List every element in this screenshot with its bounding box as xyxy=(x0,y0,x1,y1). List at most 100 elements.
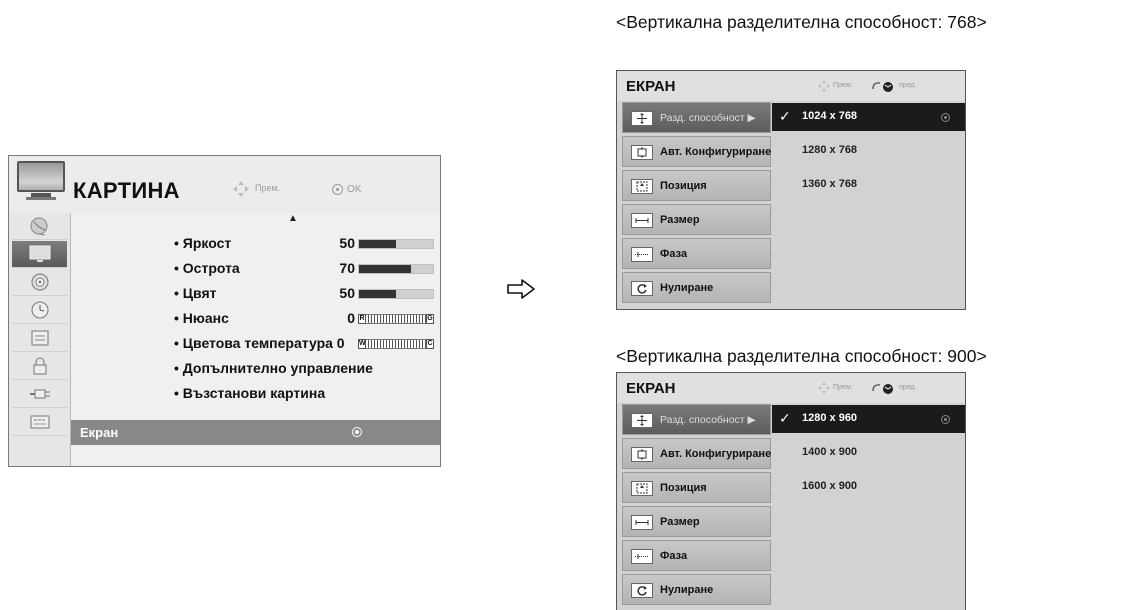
setting-label: • Цвят xyxy=(174,285,217,301)
resolution-option[interactable]: 1600 x 900 xyxy=(772,473,965,501)
menu-item-label: Авт. Конфигуриране xyxy=(660,146,772,158)
menu-item-resolution[interactable]: Разд. способност ▶ xyxy=(622,102,771,133)
menu-item-label: Размер xyxy=(660,214,700,226)
resolution-options: ✓ 1024 x 768 1280 x 768 1360 x 768 xyxy=(772,102,965,307)
menu-item-resolution[interactable]: Разд. способност ▶ xyxy=(622,404,771,435)
scroll-up-arrow-icon[interactable]: ▲ xyxy=(288,213,298,224)
setting-value: 70 xyxy=(339,260,355,276)
menu-item-reset[interactable]: Нулиране xyxy=(622,574,771,605)
level-bar[interactable] xyxy=(358,289,434,299)
screen-panel-900: ЕКРАН Прем. пред. Разд. способност ▶ Авт… xyxy=(616,372,966,610)
usb-media-icon[interactable] xyxy=(12,409,67,436)
phase-icon xyxy=(631,247,653,262)
move-arrows-icon xyxy=(818,382,830,394)
menu-item-size[interactable]: Размер xyxy=(622,204,771,235)
setting-label: • Острота xyxy=(174,260,240,276)
picture-menu-title: КАРТИНА xyxy=(73,178,180,203)
menu-item-phase[interactable]: Фаза xyxy=(622,540,771,571)
setting-row-color[interactable]: • Цвят 50 xyxy=(71,282,440,306)
menu-item-phase[interactable]: Фаза xyxy=(622,238,771,269)
menu-item-label: Разд. способност ▶ xyxy=(660,414,756,426)
resolution-option-label: 1360 x 768 xyxy=(802,178,858,190)
reset-icon xyxy=(631,281,653,296)
menu-item-label: Позиция xyxy=(660,180,707,192)
setting-label: • Нюанс xyxy=(174,310,229,326)
balance-gauge[interactable]: W C xyxy=(358,339,434,349)
phase-icon xyxy=(631,549,653,564)
level-fill xyxy=(359,290,396,298)
move-arrows-icon xyxy=(233,181,249,197)
level-fill xyxy=(359,240,396,248)
resolution-icon xyxy=(631,111,653,126)
padlock-icon[interactable] xyxy=(12,353,67,380)
ok-button-icon xyxy=(941,415,950,424)
menu-item-label: Разд. способност ▶ xyxy=(660,112,756,124)
lock-settings-icon[interactable] xyxy=(12,325,67,352)
level-bar[interactable] xyxy=(358,264,434,274)
ok-button-icon xyxy=(941,113,950,122)
hint-ok-label: OK xyxy=(347,184,362,195)
screen-panel-title: ЕКРАН xyxy=(626,380,676,397)
resolution-option[interactable]: 1280 x 768 xyxy=(772,137,965,165)
menu-item-label: Размер xyxy=(660,516,700,528)
menu-item-label: Нулиране xyxy=(660,282,714,294)
resolution-option-selected[interactable]: ✓ 1024 x 768 xyxy=(772,103,965,131)
balance-gauge[interactable]: R G xyxy=(358,314,434,324)
resolution-option-selected[interactable]: ✓ 1280 x 960 xyxy=(772,405,965,433)
setting-label: • Възстанови картина xyxy=(174,385,326,401)
screen-panel-title: ЕКРАН xyxy=(626,78,676,95)
setting-row-sharpness[interactable]: • Острота 70 xyxy=(71,257,440,281)
setting-row-tint[interactable]: • Нюанс 0 R G xyxy=(71,307,440,331)
hint-move-label: Прем. xyxy=(833,384,853,391)
gauge-right-label: C xyxy=(426,339,434,349)
setting-label: • Яркост xyxy=(174,235,232,251)
setting-row-picture-reset[interactable]: • Възстанови картина xyxy=(71,382,440,406)
setting-row-advanced-control[interactable]: • Допълнително управление xyxy=(71,357,440,381)
level-fill xyxy=(359,265,411,273)
setting-label: Екран xyxy=(80,425,119,440)
back-icon xyxy=(872,82,893,92)
resolution-option-label: 1400 x 900 xyxy=(802,446,858,458)
level-bar[interactable] xyxy=(358,239,434,249)
picture-menu: КАРТИНА Прем. OK ▲ • Яркост 50 • Острота… xyxy=(8,155,441,467)
setting-row-screen-selected[interactable]: Екран xyxy=(71,420,440,445)
menu-item-label: Авт. Конфигуриране xyxy=(660,448,772,460)
hint-back-label: пред. xyxy=(899,82,917,89)
screen-panel-header: ЕКРАН Прем. пред. xyxy=(617,71,965,101)
caption-vertical-resolution-768: <Вертикална разделителна способност: 768… xyxy=(616,12,987,32)
menu-item-reset[interactable]: Нулиране xyxy=(622,272,771,303)
resolution-option[interactable]: 1400 x 900 xyxy=(772,439,965,467)
setting-label: • Цветова температура 0 xyxy=(174,335,345,351)
gauge-left-label: R xyxy=(358,314,366,324)
setting-row-color-temperature[interactable]: • Цветова температура 0 W C xyxy=(71,332,440,356)
speaker-icon[interactable] xyxy=(12,269,67,296)
screen-panel-header: ЕКРАН Прем. пред. xyxy=(617,373,965,403)
menu-item-label: Фаза xyxy=(660,550,688,562)
menu-item-size[interactable]: Размер xyxy=(622,506,771,537)
hint-back-label: пред. xyxy=(899,384,917,391)
menu-item-position[interactable]: Позиция xyxy=(622,472,771,503)
size-icon xyxy=(631,213,653,228)
picture-menu-header: КАРТИНА Прем. OK xyxy=(9,156,440,213)
tv-icon[interactable] xyxy=(12,241,67,268)
resolution-option[interactable]: 1360 x 768 xyxy=(772,171,965,199)
resolution-options: ✓ 1280 x 960 1400 x 900 1600 x 900 xyxy=(772,404,965,609)
menu-item-auto-config[interactable]: Авт. Конфигуриране xyxy=(622,136,771,167)
move-arrows-icon xyxy=(818,80,830,92)
resolution-option-label: 1280 x 768 xyxy=(802,144,858,156)
position-icon xyxy=(631,179,653,194)
clock-icon[interactable] xyxy=(12,297,67,324)
setting-value: 0 xyxy=(347,310,355,326)
satellite-dish-icon[interactable] xyxy=(12,213,67,240)
right-arrow-icon xyxy=(507,279,535,299)
picture-menu-sidebar xyxy=(9,213,71,466)
input-plug-icon[interactable] xyxy=(12,381,67,408)
checkmark-icon: ✓ xyxy=(779,410,791,426)
menu-item-position[interactable]: Позиция xyxy=(622,170,771,201)
menu-item-auto-config[interactable]: Авт. Конфигуриране xyxy=(622,438,771,469)
setting-row-brightness[interactable]: • Яркост 50 xyxy=(71,232,440,256)
resolution-option-label: 1280 x 960 xyxy=(802,412,858,424)
resolution-icon xyxy=(631,413,653,428)
menu-item-label: Нулиране xyxy=(660,584,714,596)
setting-value: 50 xyxy=(339,235,355,251)
